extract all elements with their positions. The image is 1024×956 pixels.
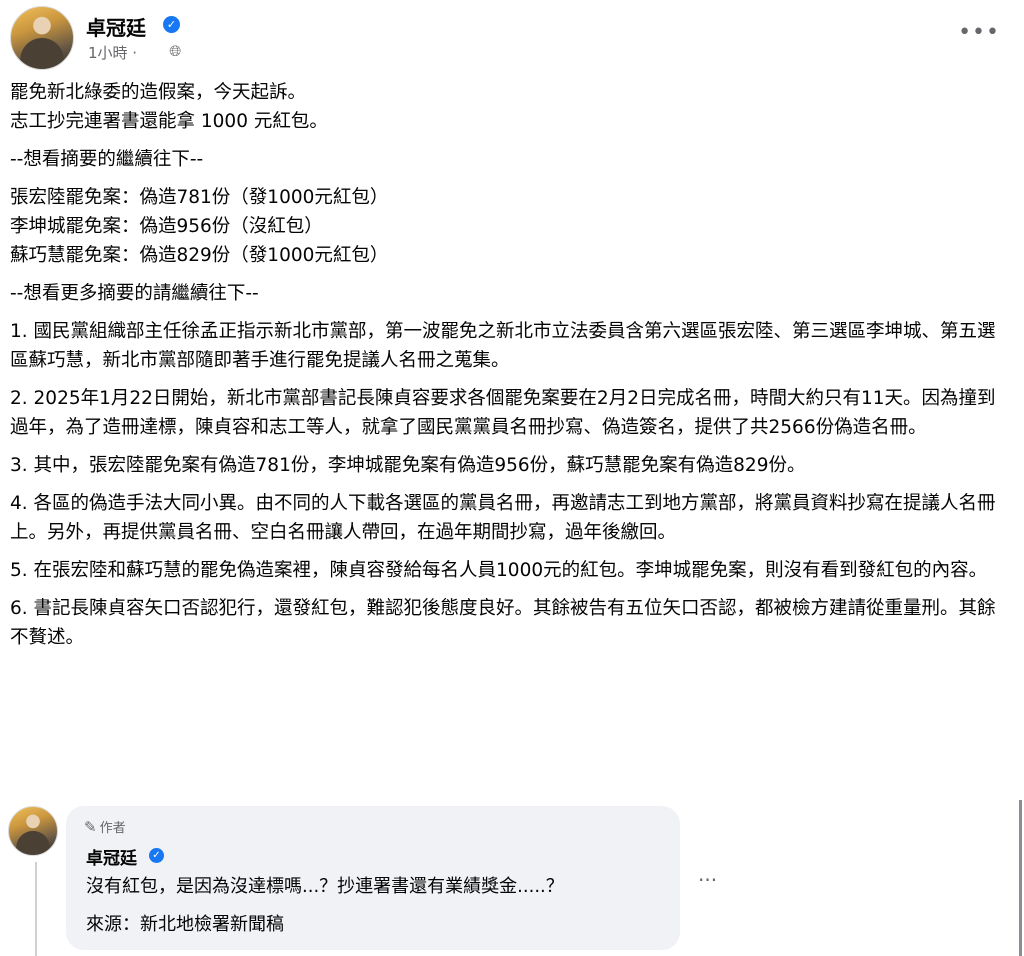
post-text: 罷免新北綠委的造假案，今天起訴。 志工抄完連署書還能拿 1000 元紅包。 --… — [10, 78, 1010, 661]
summary-list: 張宏陸罷免案：偽造781份（發1000元紅包） 李坤城罷免案：偽造956份（沒紅… — [10, 183, 1010, 270]
author-comment: ✎ 作者 卓冠廷 ✓ 沒有紅包，是因為沒達標嗎...？抄連署書還有業績獎金....… — [8, 806, 1008, 956]
point-paragraph: 2. 2025年1月22日開始，新北市黨部書記長陳貞容要求各個罷免案要在2月2日… — [10, 388, 996, 438]
point-paragraph: 3. 其中，張宏陸罷免案有偽造781份，李坤城罷免案有偽造956份，蘇巧慧罷免案… — [10, 455, 806, 476]
author-name[interactable]: 卓冠廷 — [86, 12, 146, 41]
comment-more-icon[interactable]: ··· — [698, 868, 717, 892]
point-paragraph: 1. 國民黨組織部主任徐孟正指示新北市黨部，第一波罷免之新北市立法委員含第六選區… — [10, 321, 996, 371]
point-paragraph: 6. 書記長陳貞容矢口否認犯行，還發紅包，難認犯後態度良好。其餘被告有五位矢口否… — [10, 598, 996, 648]
comment-text: 沒有紅包，是因為沒達標嗎...？抄連署書還有業績獎金.....？ — [86, 876, 564, 897]
point-paragraph: 5. 在張宏陸和蘇巧慧的罷免偽造案裡，陳貞容發給每名人員1000元的紅包。李坤城… — [10, 560, 988, 581]
thread-line — [35, 862, 37, 956]
summary-line: 張宏陸罷免案：偽造781份（發1000元紅包） — [10, 187, 389, 208]
intro-line: 志工抄完連署書還能拿 1000 元紅包。 — [10, 111, 328, 132]
post-timestamp[interactable]: 1小時 · — [88, 42, 137, 63]
globe-icon: 🌐︎ — [155, 42, 182, 60]
more-options-icon[interactable]: ••• — [958, 20, 1000, 45]
divider-text: --想看摘要的繼續往下-- — [10, 149, 204, 170]
comment-author-name[interactable]: 卓冠廷 — [86, 844, 137, 869]
comment-source: 來源：新北地檢署新聞稿 — [86, 914, 284, 935]
post-header: 卓冠廷 ✓ 1小時 · 🌐︎ ••• — [10, 6, 1014, 70]
summary-line: 李坤城罷免案：偽造956份（沒紅包） — [10, 216, 323, 237]
intro-line: 罷免新北綠委的造假案，今天起訴。 — [10, 82, 307, 103]
divider-text: --想看更多摘要的請繼續往下-- — [10, 283, 259, 304]
summary-line: 蘇巧慧罷免案：偽造829份（發1000元紅包） — [10, 245, 389, 266]
comment-avatar[interactable] — [8, 806, 58, 856]
author-avatar[interactable] — [10, 6, 74, 70]
verified-badge-icon: ✓ — [163, 16, 180, 33]
comment-bubble: ✎ 作者 卓冠廷 ✓ 沒有紅包，是因為沒達標嗎...？抄連署書還有業績獎金....… — [66, 806, 680, 950]
post-intro: 罷免新北綠委的造假案，今天起訴。 志工抄完連署書還能拿 1000 元紅包。 — [10, 78, 1010, 136]
author-badge: ✎ 作者 — [84, 817, 126, 836]
point-paragraph: 4. 各區的偽造手法大同小異。由不同的人下載各選區的黨員名冊，再邀請志工到地方黨… — [10, 493, 996, 543]
pen-icon: ✎ — [84, 818, 97, 836]
author-badge-label: 作者 — [99, 821, 126, 836]
verified-badge-icon: ✓ — [149, 848, 164, 863]
scrollbar[interactable] — [1019, 800, 1022, 956]
